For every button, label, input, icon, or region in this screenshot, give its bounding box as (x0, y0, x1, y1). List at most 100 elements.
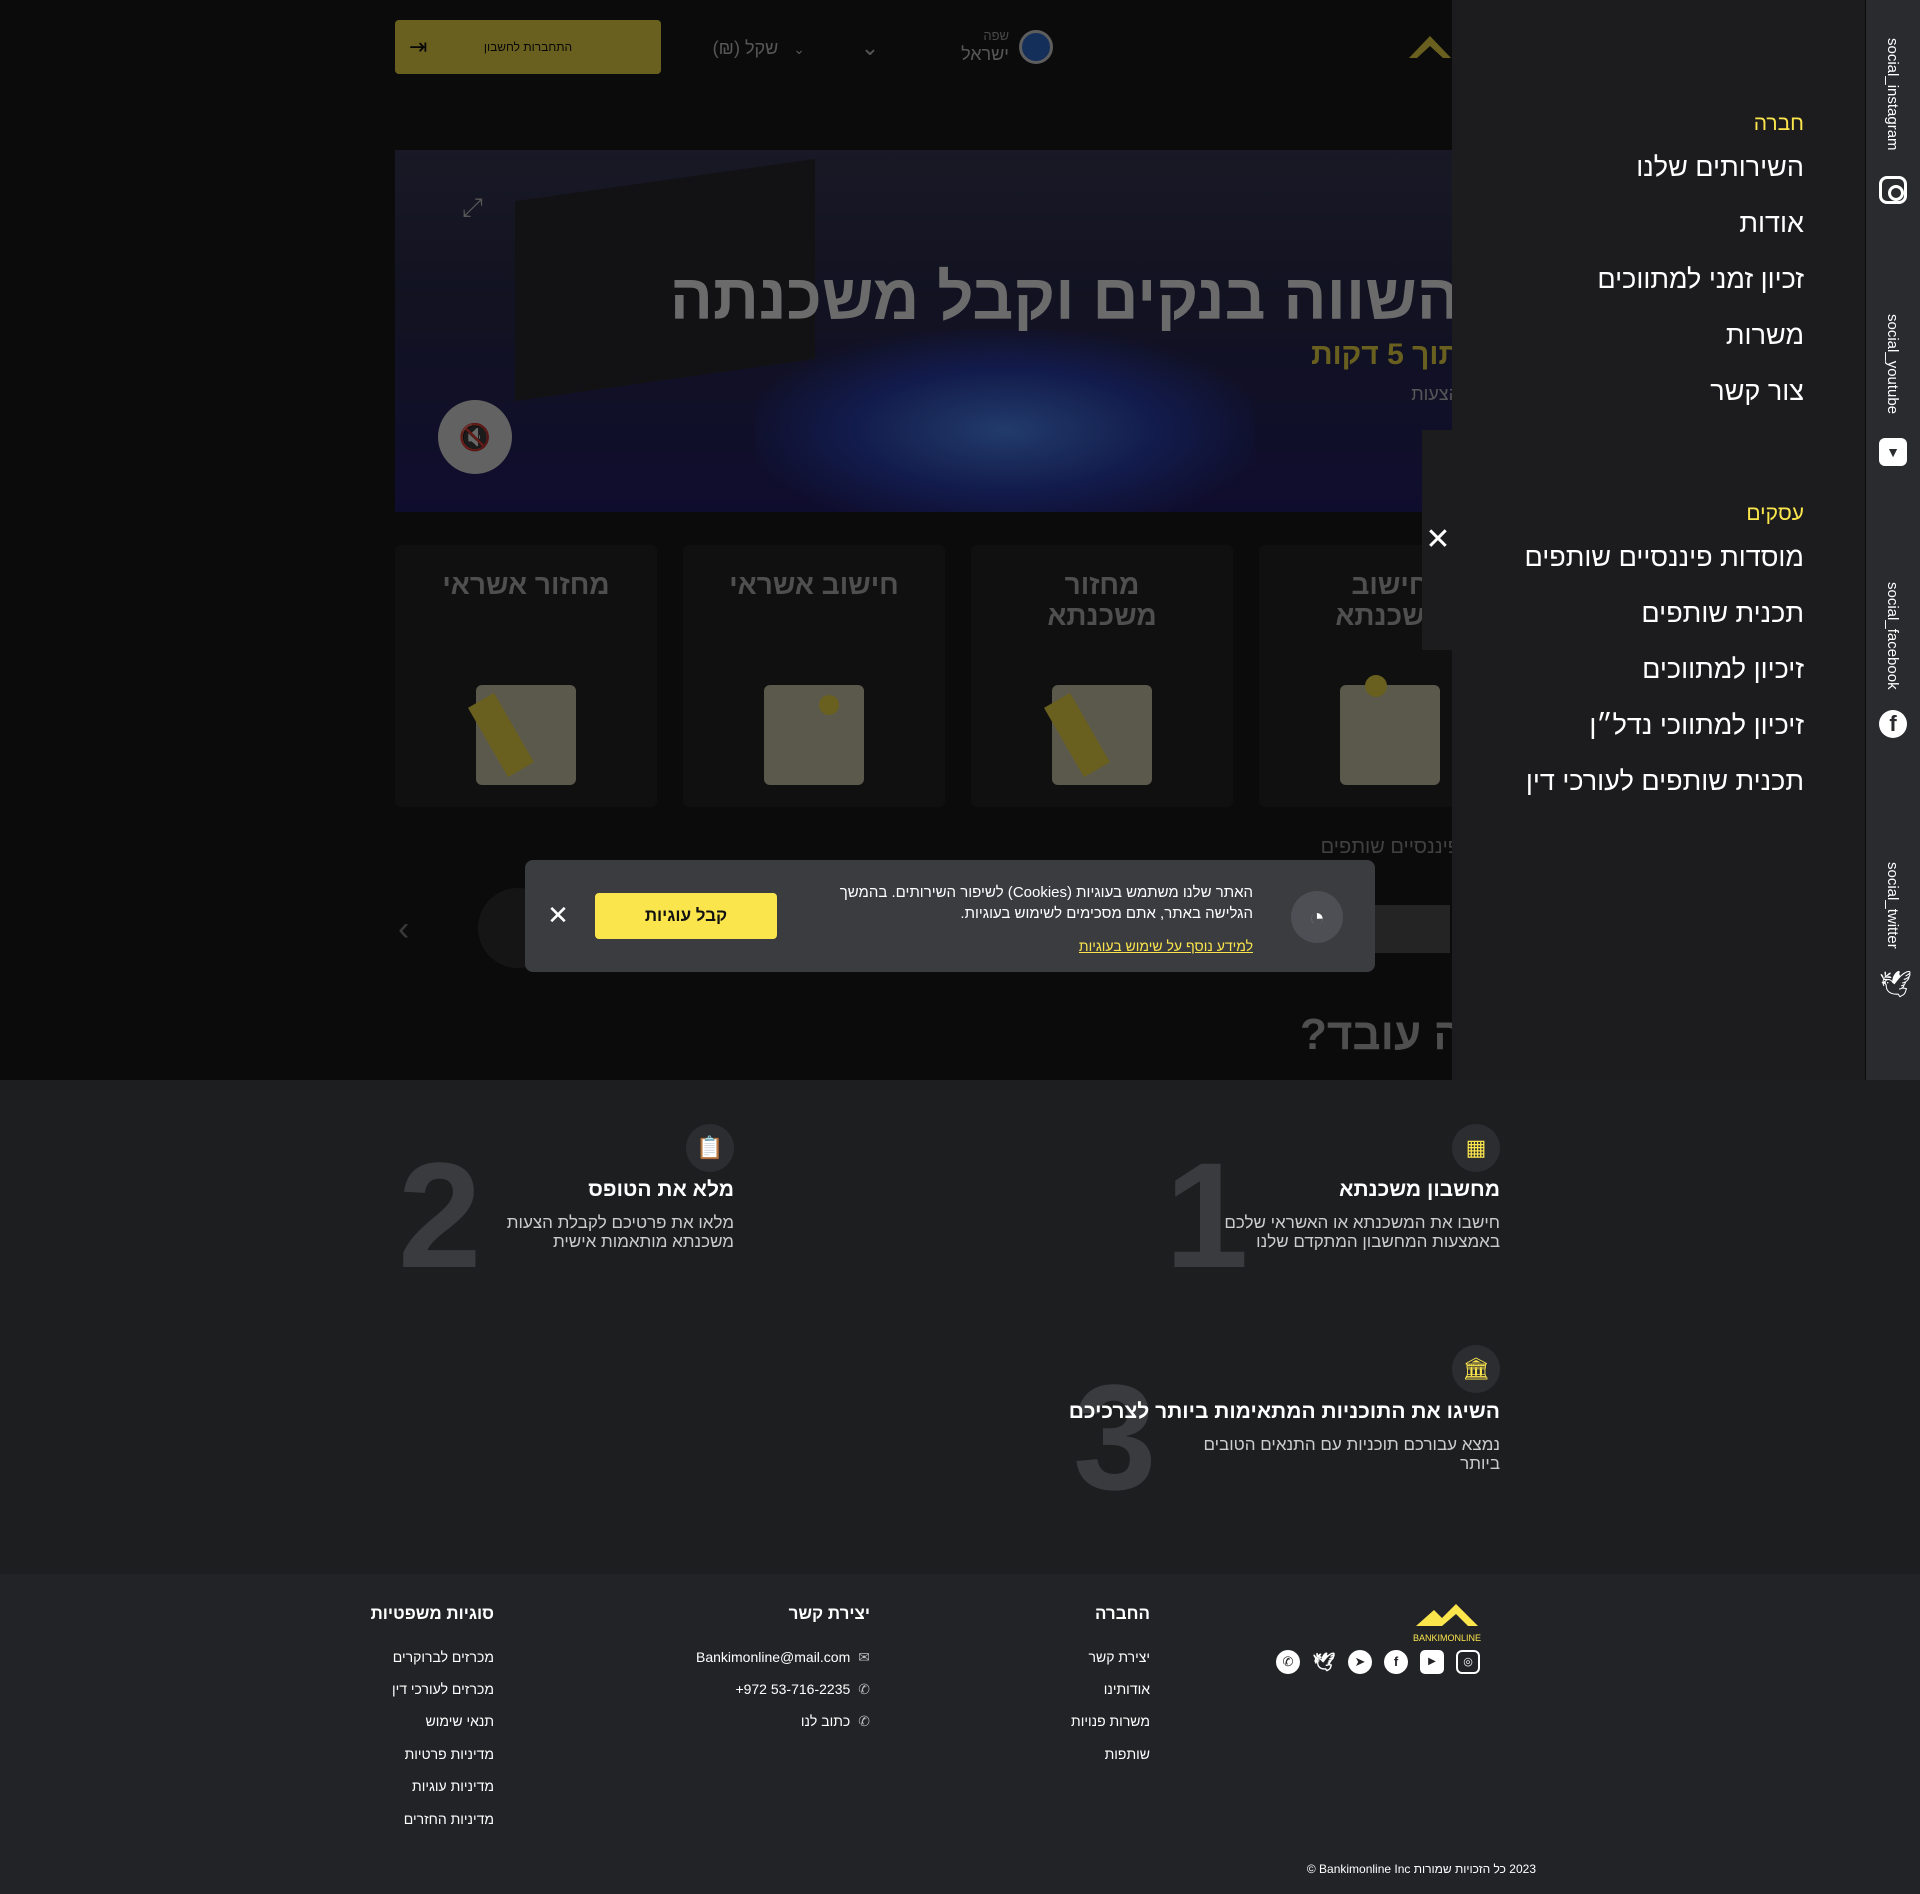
step-title: מחשבון משכנתא (1339, 1178, 1500, 1201)
card-title: מחזור משכנתא (1047, 569, 1157, 631)
language-caption: שפה (983, 28, 1009, 43)
footer-link-partnership[interactable]: שותפות (1000, 1746, 1150, 1762)
accept-cookies-button[interactable]: קבל עוגיות (595, 893, 777, 939)
social-label: social_facebook (1884, 582, 1901, 690)
menu-item-broker-franchise[interactable]: זיכיון למתווכים (1642, 654, 1804, 685)
menu-item-contact[interactable]: צור קשר (1710, 376, 1804, 407)
bank-icon: 🏛 (1452, 1345, 1500, 1393)
hero-pool-image (755, 330, 1255, 512)
footer-link-terms[interactable]: תנאי שימוש (340, 1713, 495, 1729)
hero-subtitle-secondary: הצעות (1411, 384, 1460, 404)
footer-write: כתוב לנו (800, 1713, 851, 1729)
step-description: מלאו את פרטיכם לקבלת הצעות משכנתא מותאמו… (506, 1213, 734, 1251)
chevron-down-icon[interactable]: ⌄ (835, 26, 905, 70)
partners-label: פיננסיים שותפים (1320, 836, 1460, 858)
footer-phone: +972 53-716-2235 (735, 1681, 851, 1697)
footer-link-contact[interactable]: יצירת קשר (1000, 1649, 1150, 1665)
footer-link-lawyer-tenders[interactable]: מכרזים לעורכי דין (340, 1681, 494, 1697)
step-title: השיגו את התוכניות המתאימות ביותר לצרכיכם (1068, 1400, 1500, 1423)
social-label: social_twitter (1884, 862, 1901, 949)
menu-item-partner-institutions[interactable]: מוסדות פיננסיים שותפים (1524, 542, 1804, 573)
expand-icon[interactable]: ⤢ (462, 192, 483, 224)
telegram-icon[interactable]: ➤ (1348, 1650, 1372, 1674)
card-title: מחזור אשראי (442, 569, 610, 600)
step-title: מלא את הטופס (588, 1178, 734, 1201)
credit-document-icon (764, 685, 864, 785)
footer-link-broker-tenders[interactable]: מכרזים לברוקרים (340, 1649, 494, 1665)
header-logo[interactable] (1405, 28, 1455, 72)
chevron-left-icon[interactable]: ‹ (398, 910, 409, 949)
footer-socials: ✆ 🕊 ➤ f ▶ ◎ (1276, 1650, 1486, 1674)
youtube-icon: ▼ (1879, 438, 1907, 466)
service-card[interactable]: מחזור אשראי (395, 545, 657, 807)
service-card[interactable]: מחזור משכנתא (971, 545, 1233, 807)
youtube-icon[interactable]: ▶ (1420, 1650, 1444, 1674)
footer-link-about[interactable]: אודותינו (1000, 1681, 1150, 1697)
menu-item-partner-program[interactable]: תכנית שותפים (1641, 598, 1804, 629)
whatsapp-icon[interactable]: ✆ (1276, 1650, 1300, 1674)
footer-link-jobs[interactable]: משרות פנויות (1000, 1713, 1150, 1729)
flag-icon (1019, 30, 1053, 64)
whatsapp-icon: ✆ (858, 1713, 870, 1729)
mute-button[interactable]: 🔇 (438, 400, 512, 474)
login-label: התחברות לחשבון (483, 40, 573, 54)
close-icon: ✕ (1425, 523, 1451, 556)
cookie-icon: ◔ (1291, 891, 1343, 943)
mail-icon: ✉ (858, 1649, 870, 1665)
chevron-down-icon: ⌄ (793, 41, 805, 57)
currency-value: שקל (₪) (712, 38, 779, 58)
service-card[interactable]: חישוב אשראי (683, 545, 945, 807)
calculator-icon: ▦ (1452, 1124, 1500, 1172)
footer-write-link[interactable]: ✆ כתוב לנו (640, 1713, 870, 1730)
language-value: ישראל (961, 44, 1009, 64)
currency-selector[interactable]: ⌄ שקל (₪) (695, 26, 805, 70)
footer-link-refund-policy[interactable]: מדיניות החזרים (340, 1811, 494, 1827)
social-sidebar: social_instagram social_youtube ▼ social… (1866, 0, 1920, 1080)
house-refinance-icon (1044, 685, 1152, 785)
menu-item-jobs[interactable]: משרות (1726, 320, 1804, 351)
social-label: social_youtube (1884, 314, 1901, 415)
menu-heading-business: עסקים (1746, 502, 1804, 525)
house-calculation-icon (1340, 675, 1440, 785)
logo-text: BANKIMONLINE (1412, 1633, 1481, 1643)
menu-item-services[interactable]: השירותים שלנו (1636, 152, 1804, 183)
close-menu-button[interactable]: ✕ (1422, 430, 1454, 650)
social-label: social_instagram (1884, 38, 1901, 151)
footer-email-link[interactable]: ✉ Bankimonline@mail.com (640, 1649, 870, 1666)
menu-item-about[interactable]: אודות (1739, 208, 1804, 239)
footer-heading-company: החברה (1094, 1604, 1150, 1623)
how-it-works-title: ?זה עובד (1300, 1010, 1460, 1059)
menu-item-temp-franchise[interactable]: זכיון זמני למתווכים (1597, 264, 1804, 295)
menu-item-realestate-franchise[interactable]: זיכיון למתווכי נדל״ן (1589, 710, 1804, 741)
footer-link-cookies-policy[interactable]: מדיניות עוגיות (340, 1778, 494, 1794)
language-selector[interactable]: שפה ישראל (945, 26, 1065, 70)
logo-mark-icon (1416, 1604, 1478, 1626)
login-button[interactable]: ⇥ התחברות לחשבון (395, 20, 661, 74)
clipboard-icon: 📋 (686, 1124, 734, 1172)
footer-heading-legal: סוגיות משפטיות (370, 1604, 494, 1623)
close-icon[interactable]: ✕ (543, 900, 573, 930)
phone-icon: ✆ (858, 1681, 870, 1697)
cookie-banner: ◔ האתר שלנו משתמש בעוגיות (Cookies) לשיפ… (525, 860, 1375, 972)
menu-item-lawyer-program[interactable]: תכנית שותפים לעורכי דין (1526, 766, 1804, 797)
hero-title: השווה בנקים וקבל משכנתה (669, 261, 1460, 333)
card-title: חישוב אשראי (729, 569, 899, 600)
cookie-more-link[interactable]: למידע נוסף על שימוש בעוגיות (1079, 938, 1253, 954)
footer-phone-link[interactable]: ✆ +972 53-716-2235 (640, 1681, 870, 1698)
footer-logo[interactable]: BANKIMONLINE (1412, 1602, 1482, 1643)
footer (0, 1574, 1920, 1894)
facebook-icon[interactable]: f (1384, 1650, 1408, 1674)
facebook-icon: f (1879, 710, 1907, 738)
footer-heading-contact: יצירת קשר (788, 1604, 870, 1623)
mute-icon: 🔇 (458, 422, 492, 452)
menu-heading-company: חברה (1753, 112, 1804, 135)
copyright: 2023 כל הזכויות שמורות Bankimonline Inc … (1306, 1862, 1536, 1876)
step-description: נמצא עבורכם תוכניות עם התנאים הטובים ביו… (1203, 1435, 1500, 1473)
twitter-icon[interactable]: 🕊 (1312, 1650, 1336, 1674)
loan-document-icon (468, 685, 576, 785)
side-menu: חברה השירותים שלנו אודות זכיון זמני למתו… (1452, 0, 1865, 1080)
instagram-icon[interactable]: ◎ (1456, 1650, 1480, 1674)
step-number: 3 (1073, 1353, 1157, 1521)
step-description: חישבו את המשכנתא או האשראי שלכם באמצעות … (1224, 1213, 1500, 1251)
footer-link-privacy[interactable]: מדיניות פרטיות (340, 1746, 494, 1762)
